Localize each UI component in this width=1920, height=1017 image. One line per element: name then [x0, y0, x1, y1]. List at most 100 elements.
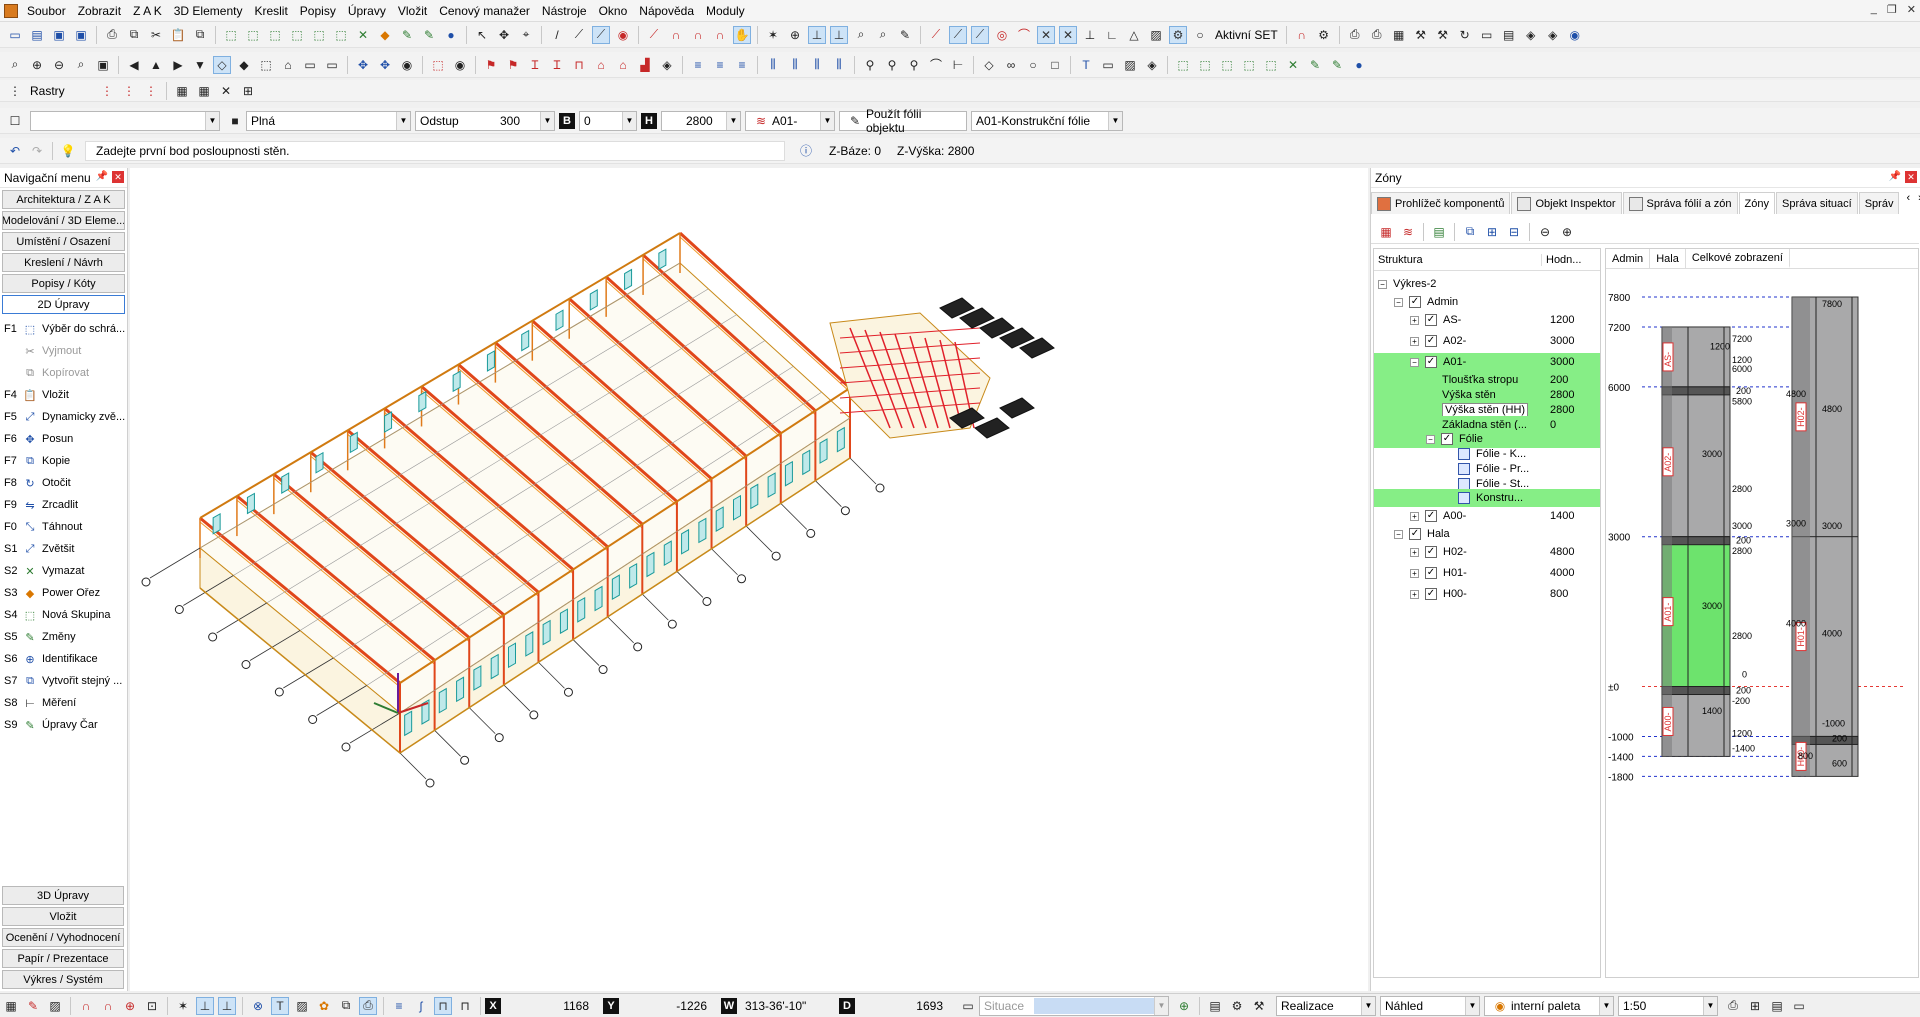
snap-tangent-icon[interactable]: ⊥: [1081, 26, 1099, 44]
distribute-2-icon[interactable]: ⫼: [786, 56, 804, 74]
ungroup-2-icon[interactable]: ⬚: [1196, 56, 1214, 74]
tree-node-value[interactable]: 2800: [1550, 389, 1574, 401]
distribute-4-icon[interactable]: ⫼: [830, 56, 848, 74]
zone-new-icon[interactable]: ▦: [1377, 223, 1395, 241]
status-magnet-icon[interactable]: ∩: [99, 997, 117, 1015]
nav-command-item[interactable]: S3 ◆ Power Ořez: [0, 582, 127, 604]
delete-2-icon[interactable]: ✕: [1284, 56, 1302, 74]
status-screen-icon[interactable]: ▭: [1790, 997, 1808, 1015]
status-world-icon[interactable]: ⊗: [249, 997, 267, 1015]
fill-icon[interactable]: ◈: [1143, 56, 1161, 74]
visibility-checkbox[interactable]: ✓: [1425, 356, 1437, 368]
visibility-checkbox[interactable]: ✓: [1425, 546, 1437, 558]
snap-endpoint-icon[interactable]: ⟋: [927, 26, 945, 44]
distribute-3-icon[interactable]: ⫼: [808, 56, 826, 74]
tab-scroll-left-icon[interactable]: ‹: [1906, 192, 1910, 214]
status-grid-icon[interactable]: ▦: [2, 997, 20, 1015]
tree-node[interactable]: + ✓ H00- 800: [1374, 585, 1600, 603]
menu-cenovy-manazer[interactable]: Cenový manažer: [433, 0, 536, 22]
view-3d-icon[interactable]: ◇: [213, 55, 231, 74]
layer-name-combo[interactable]: A01-Konstrukční fólie ▼: [971, 110, 1123, 131]
snap-intersection-icon[interactable]: ✕: [1037, 25, 1055, 44]
status-layout-icon[interactable]: ▤: [1206, 997, 1224, 1015]
w-value[interactable]: 313-36'-10": [741, 999, 831, 1013]
link-icon[interactable]: ∞: [1002, 56, 1020, 74]
print-2-icon[interactable]: ⎙: [1346, 26, 1364, 44]
snap-center-icon[interactable]: ⟋: [971, 25, 989, 44]
align-left-icon[interactable]: ≡: [689, 56, 707, 74]
menu-kreslit[interactable]: Kreslit: [248, 0, 293, 22]
group-2-icon[interactable]: ⬚: [1174, 56, 1192, 74]
menu-popisy[interactable]: Popisy: [294, 0, 342, 22]
nav-section-modelovani[interactable]: Modelování / 3D Eleme...: [2, 211, 125, 230]
snap-perp-icon[interactable]: ✕: [1059, 25, 1077, 44]
eye-icon[interactable]: ◉: [451, 56, 469, 74]
axis-icon[interactable]: ✶: [764, 26, 782, 44]
app-icon[interactable]: [4, 3, 18, 18]
tree-node[interactable]: + ✓ A00- 1400: [1374, 507, 1600, 525]
tree-node[interactable]: − ✓ Admin: [1374, 293, 1600, 311]
status-ortho-icon[interactable]: ⊥: [196, 996, 214, 1015]
text-icon[interactable]: T: [1077, 56, 1095, 74]
status-ortho-2-icon[interactable]: ⊥: [218, 996, 236, 1015]
visibility-checkbox[interactable]: ✓: [1425, 335, 1437, 347]
pen-combo[interactable]: ▼: [30, 110, 220, 131]
dimension-icon[interactable]: ⊢: [949, 56, 967, 74]
frame-icon[interactable]: ⊓: [570, 56, 588, 74]
brush-2-icon[interactable]: ✎: [1328, 56, 1346, 74]
ortho-icon[interactable]: ⊥: [808, 25, 826, 44]
text-box-icon[interactable]: ▭: [1099, 56, 1117, 74]
tab-zones[interactable]: Zóny: [1738, 192, 1776, 214]
refresh-icon[interactable]: ↻: [1456, 26, 1474, 44]
magnet-2-icon[interactable]: ∩: [689, 26, 707, 44]
visibility-checkbox[interactable]: ✓: [1425, 510, 1437, 522]
menu-moduly[interactable]: Moduly: [700, 0, 751, 22]
view-combo[interactable]: Náhled ▼: [1380, 995, 1480, 1016]
nav-section-3d-upravy[interactable]: 3D Úpravy: [2, 886, 124, 905]
side-view-icon[interactable]: ▭: [323, 56, 341, 74]
menu-okno[interactable]: Okno: [593, 0, 634, 22]
nav-command-item[interactable]: S7 ⧉ Vytvořit stejný ...: [0, 670, 127, 692]
magnet-3-icon[interactable]: ∩: [711, 26, 729, 44]
status-curve-icon[interactable]: ʃ: [412, 997, 430, 1015]
flag-icon[interactable]: ⚑: [482, 56, 500, 74]
nav-command-item[interactable]: F6 ✥ Posun: [0, 428, 127, 450]
status-dim-2-icon[interactable]: ⊓: [456, 997, 474, 1015]
raster-2-icon[interactable]: ⋮: [120, 82, 138, 100]
status-color-icon[interactable]: ✿: [315, 997, 333, 1015]
status-pen-icon[interactable]: ✎: [24, 997, 42, 1015]
visibility-checkbox[interactable]: ✓: [1441, 433, 1453, 445]
column-icon[interactable]: Ɪ: [526, 56, 544, 74]
add-situation-icon[interactable]: ⊕: [1175, 997, 1193, 1015]
hatch-2-icon[interactable]: ▨: [1121, 56, 1139, 74]
zone-copy-icon[interactable]: ⧉: [1461, 223, 1479, 241]
close-icon[interactable]: ✕: [112, 171, 124, 183]
expand-toggle-icon[interactable]: −: [1394, 297, 1403, 307]
snap-midpoint-icon[interactable]: ⟋: [949, 25, 967, 44]
status-target-icon[interactable]: ⊕: [121, 997, 139, 1015]
snap-circle-icon[interactable]: ◎: [993, 26, 1011, 44]
nav-section-oceneni[interactable]: Ocenění / Vyhodnocení: [2, 928, 124, 947]
block-icon[interactable]: ⬚: [310, 26, 328, 44]
tree-node-value[interactable]: 3000: [1550, 335, 1574, 347]
render-icon[interactable]: ◈: [1522, 26, 1540, 44]
nav-section-papir[interactable]: Papír / Prezentace: [2, 949, 124, 968]
tree-node[interactable]: + ✓ AS- 1200: [1374, 311, 1600, 329]
status-text-icon[interactable]: T: [271, 996, 289, 1015]
layer-combo[interactable]: ≋ A01- ▼: [745, 110, 835, 131]
tree-node-value[interactable]: 3000: [1550, 356, 1574, 368]
status-settings-icon[interactable]: ⚙: [1228, 997, 1246, 1015]
move-icon[interactable]: ✥: [495, 26, 513, 44]
raster-3-icon[interactable]: ⋮: [142, 82, 160, 100]
minimize-icon[interactable]: _: [1871, 3, 1877, 16]
active-set-label[interactable]: Aktivní SET: [1211, 28, 1282, 42]
camera-icon[interactable]: ◉: [1566, 26, 1584, 44]
zoom-in-icon[interactable]: ⊕: [1558, 223, 1576, 241]
pan-down-icon[interactable]: ▼: [191, 56, 209, 74]
roof-icon[interactable]: ⌂: [592, 56, 610, 74]
raster-grid-icon[interactable]: ▦: [195, 82, 213, 100]
mode-combo[interactable]: Realizace ▼: [1276, 995, 1376, 1016]
expand-toggle-icon[interactable]: +: [1410, 547, 1419, 557]
nav-command-item[interactable]: S9 ✎ Úpravy Čar: [0, 714, 127, 736]
expand-toggle-icon[interactable]: −: [1410, 357, 1419, 367]
